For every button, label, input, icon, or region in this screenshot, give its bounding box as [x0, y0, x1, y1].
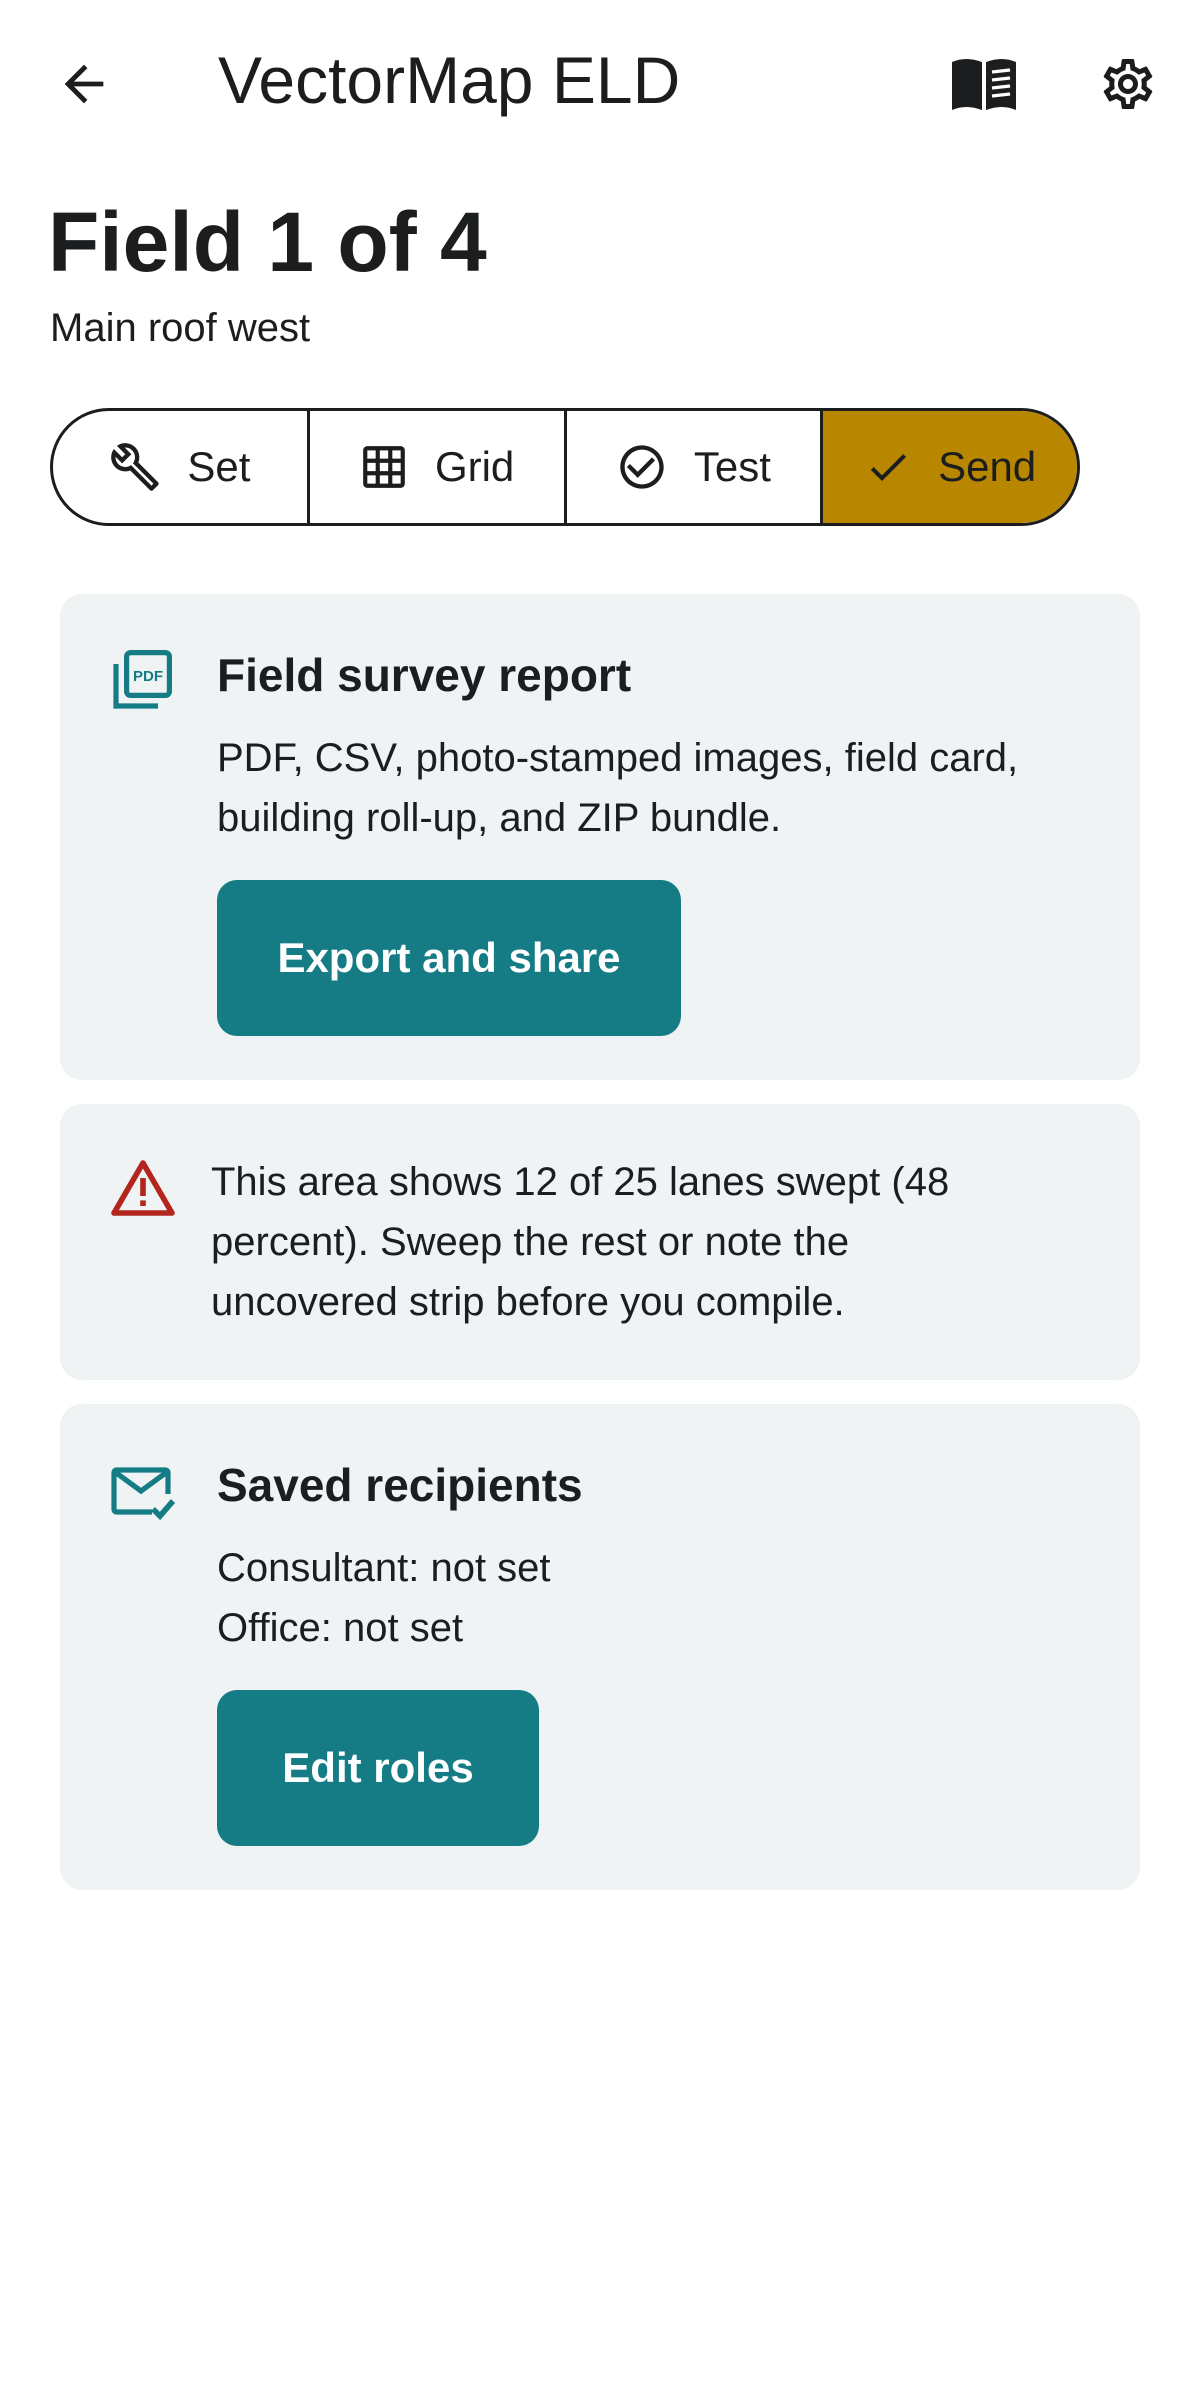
step-grid[interactable]: Grid: [310, 411, 567, 523]
recipients-list: Consultant: not set Office: not set: [217, 1538, 1117, 1658]
report-description-line: PDF, CSV, photo-stamped images, field ca…: [217, 736, 1019, 780]
app-title: VectorMap ELD: [218, 43, 681, 117]
back-button[interactable]: [34, 34, 134, 134]
recipient-consultant: Consultant: not set: [217, 1546, 551, 1590]
warning-triangle-icon: [111, 1160, 175, 1216]
workflow-stepper: Set Grid Test Send: [50, 408, 1080, 526]
report-description-line: building roll-up, and ZIP bundle.: [217, 796, 782, 840]
warning-line: This area shows 12 of 25 lanes swept (48: [211, 1160, 950, 1204]
coverage-warning-card: This area shows 12 of 25 lanes swept (48…: [60, 1104, 1140, 1380]
gear-icon: [1103, 58, 1153, 109]
wrench-icon: [111, 443, 159, 491]
warning-line: uncovered strip before you compile.: [211, 1280, 845, 1324]
coverage-warning-text: This area shows 12 of 25 lanes swept (48…: [211, 1152, 1111, 1332]
pdf-icon-text: PDF: [133, 668, 163, 685]
page-title: Field 1 of 4: [48, 195, 487, 289]
recipients-title: Saved recipients: [217, 1459, 583, 1511]
recipients-card: Saved recipients Consultant: not set Off…: [60, 1404, 1140, 1890]
report-card: PDF Field survey report PDF, CSV, photo-…: [60, 594, 1140, 1080]
check-icon: [870, 454, 907, 481]
export-share-button[interactable]: Export and share: [217, 880, 681, 1036]
grid-icon: [363, 446, 405, 488]
recipient-office: Office: not set: [217, 1606, 464, 1650]
step-test[interactable]: Test: [567, 411, 824, 523]
step-test-label: Test: [693, 443, 771, 490]
app-bar: VectorMap ELD: [0, 0, 1200, 170]
report-description: PDF, CSV, photo-stamped images, field ca…: [217, 728, 1117, 848]
page-subtitle: Main roof west: [50, 306, 311, 350]
warning-line: percent). Sweep the rest or note the: [211, 1220, 850, 1264]
step-send-label: Send: [938, 443, 1037, 490]
settings-button[interactable]: [1078, 34, 1178, 134]
check-circle-icon: [620, 445, 664, 489]
pdf-stack-icon: PDF: [113, 649, 172, 709]
edit-roles-button[interactable]: Edit roles: [217, 1690, 539, 1846]
mail-check-icon: [111, 1467, 176, 1521]
step-send[interactable]: Send: [823, 411, 1077, 523]
manual-button[interactable]: [934, 34, 1034, 134]
arrow-left-icon: [64, 64, 104, 104]
step-set[interactable]: Set: [53, 411, 310, 523]
open-book-icon: [952, 59, 1016, 110]
report-title: Field survey report: [217, 649, 632, 701]
step-grid-label: Grid: [434, 443, 515, 490]
step-set-label: Set: [187, 443, 251, 490]
